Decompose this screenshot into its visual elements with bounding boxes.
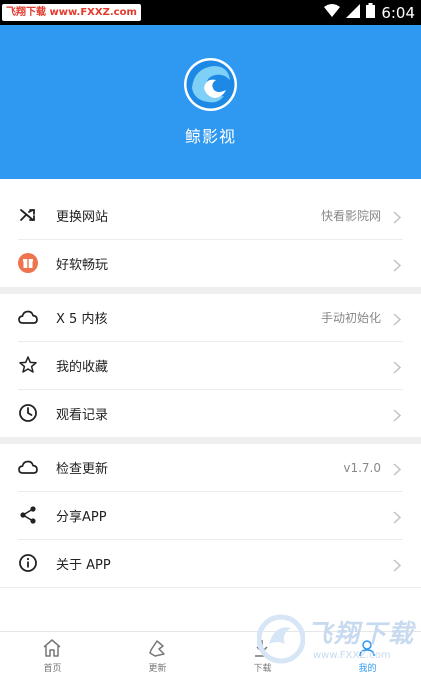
chevron-right-icon	[393, 257, 402, 272]
menu-value: 快看影院网	[320, 209, 381, 223]
chevron-right-icon	[393, 407, 402, 422]
menu-good-software[interactable]: 好软畅玩	[0, 240, 421, 287]
nav-label: 更新	[148, 664, 167, 674]
battery-icon	[366, 3, 376, 22]
info-icon	[18, 553, 38, 573]
nav-update[interactable]: 更新	[105, 632, 210, 674]
menu-switch-site[interactable]: 更换网站 快看影院网	[0, 192, 421, 239]
chevron-right-icon	[393, 461, 402, 476]
menu-value: v1.7.0	[343, 460, 381, 475]
status-time: 6:04	[381, 3, 415, 22]
menu-label: 关于 APP	[56, 558, 111, 573]
star-icon	[18, 355, 38, 375]
shuffle-icon	[18, 205, 38, 225]
cloud-icon	[18, 307, 38, 327]
status-bar: 飞翔下载 www.FXXZ.com 6:04	[0, 0, 421, 25]
menu-about-app[interactable]: 关于 APP	[0, 540, 421, 587]
menu-label: 分享APP	[56, 510, 107, 525]
nav-label: 首页	[43, 664, 62, 674]
menu-share-app[interactable]: 分享APP	[0, 492, 421, 539]
menu-favorites[interactable]: 我的收藏	[0, 342, 421, 389]
watermark-url: www.FXXZ.com	[313, 650, 391, 661]
menu-value: 手动初始化	[320, 311, 381, 325]
signal-icon	[346, 3, 361, 22]
clock-icon	[18, 403, 38, 423]
section-separator	[0, 437, 421, 444]
watermark-text: 飞翔下载	[307, 619, 416, 648]
cloud-icon	[18, 457, 38, 477]
home-icon	[42, 638, 62, 658]
nav-home[interactable]: 首页	[0, 632, 105, 674]
update-icon	[147, 638, 167, 658]
watermark-banner: 飞翔下载 www.FXXZ.com	[2, 4, 141, 21]
app-logo-icon	[184, 58, 237, 111]
menu-label: 我的收藏	[56, 360, 109, 375]
menu-label: 好软畅玩	[56, 258, 109, 273]
chevron-right-icon	[393, 359, 402, 374]
gift-icon	[18, 253, 38, 273]
menu-label: 更换网站	[56, 210, 109, 225]
app-title: 鲸影视	[184, 127, 236, 146]
status-icons: 6:04	[324, 2, 415, 23]
menu-label: 观看记录	[56, 408, 109, 423]
watermark-logo-icon	[256, 614, 306, 668]
wifi-icon	[324, 3, 341, 22]
chevron-right-icon	[393, 311, 402, 326]
menu-check-update[interactable]: 检查更新 v1.7.0	[0, 444, 421, 491]
chevron-right-icon	[393, 209, 402, 224]
menu-x5-kernel[interactable]: X 5 内核 手动初始化	[0, 294, 421, 341]
menu-label: 检查更新	[56, 462, 109, 477]
share-icon	[18, 505, 38, 525]
profile-header: 鲸影视	[0, 25, 421, 179]
divider	[0, 587, 421, 588]
chevron-right-icon	[393, 557, 402, 572]
section-separator	[0, 287, 421, 294]
menu-label: X 5 内核	[56, 312, 108, 327]
watermark-corner: 飞翔下载 www.FXXZ.com	[256, 612, 417, 670]
chevron-right-icon	[393, 509, 402, 524]
menu-history[interactable]: 观看记录	[0, 390, 421, 437]
